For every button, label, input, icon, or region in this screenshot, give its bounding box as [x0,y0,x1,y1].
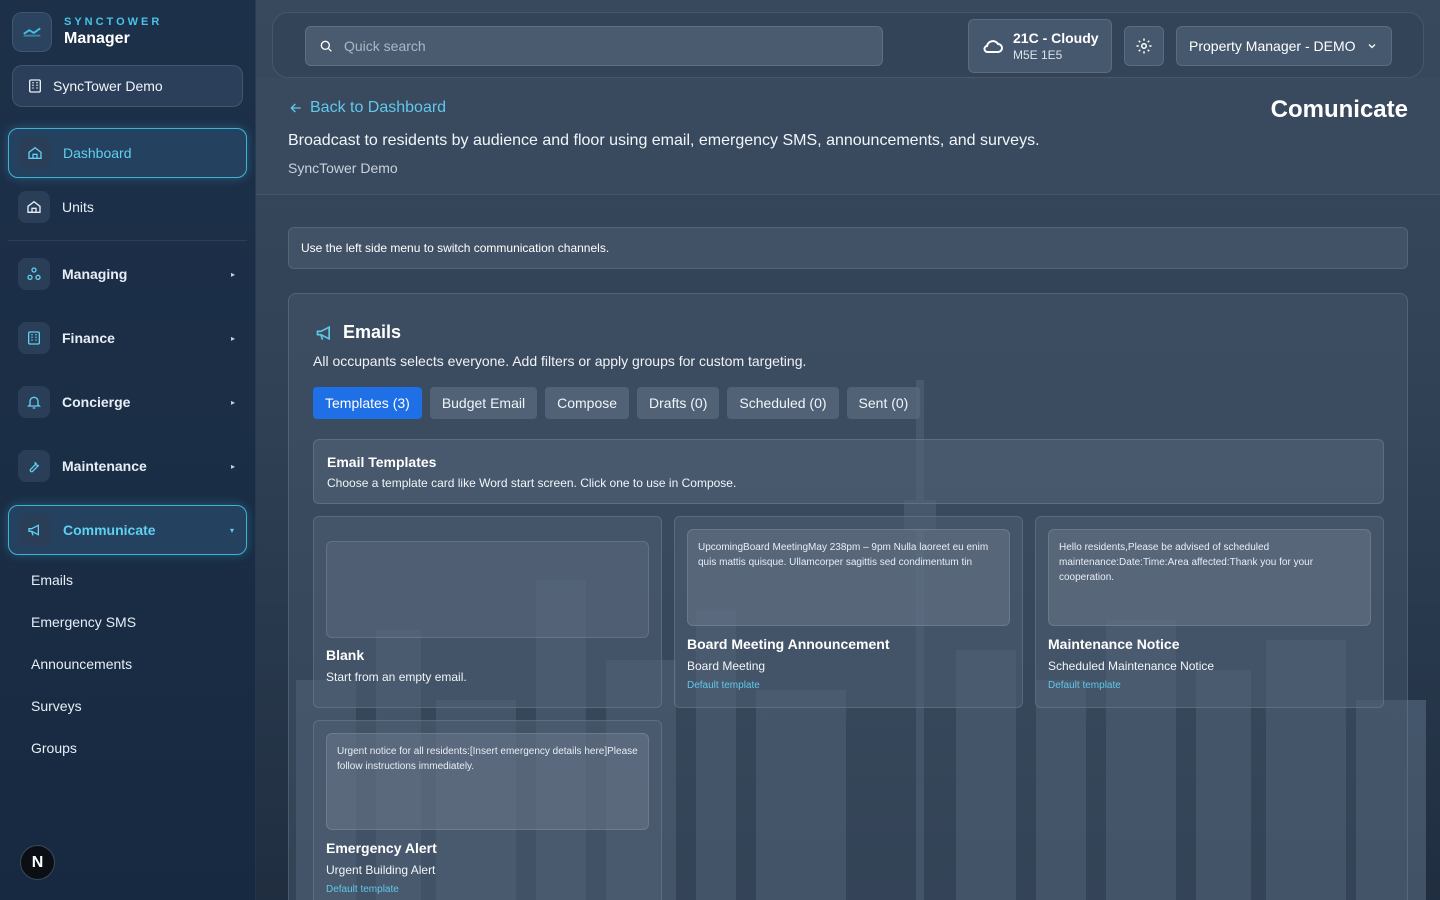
template-tag: Default template [1048,680,1121,691]
sidebar-item-dashboard[interactable]: Dashboard [8,128,247,178]
template-card-board-meeting[interactable]: UpcomingBoard MeetingMay 238pm – 9pm Nul… [674,516,1023,708]
org-switch-button[interactable]: SyncTower Demo [12,65,243,107]
settings-button[interactable] [1124,26,1164,66]
home-icon [18,191,50,223]
chevron-right-icon: ▸ [230,461,235,471]
back-link-label: Back to Dashboard [310,99,447,116]
template-card-emergency[interactable]: Urgent notice for all residents:[Insert … [313,720,662,900]
sidebar-item-finance[interactable]: Finance ▸ [8,313,247,363]
template-title: Emergency Alert [326,840,437,856]
dev-badge[interactable]: N [20,845,55,880]
search-icon [320,40,332,52]
panel-description: All occupants selects everyone. Add filt… [313,353,807,369]
tab-compose[interactable]: Compose [545,387,630,419]
page-org-name: SyncTower Demo [288,160,398,176]
brand: SYNCTOWER Manager [12,12,162,52]
arrow-left-icon [290,103,301,113]
sidebar-subitem-announcements[interactable]: Announcements [31,656,132,672]
sidebar-item-label: Maintenance [62,458,147,474]
emails-panel: Emails All occupants selects everyone. A… [288,293,1408,900]
chevron-right-icon: ▸ [230,269,235,279]
brand-subtitle: Manager [64,30,130,47]
network-icon [18,258,50,290]
sidebar-subitem-emergency-sms[interactable]: Emergency SMS [31,614,136,630]
megaphone-icon [316,325,330,340]
search-input[interactable] [344,38,844,54]
sidebar-item-communicate[interactable]: Communicate ▾ [8,505,247,555]
template-tag: Default template [687,680,760,691]
sidebar-item-label: Dashboard [63,145,132,161]
template-card-maintenance[interactable]: Hello residents,Please be advised of sch… [1035,516,1384,708]
template-subtitle: Scheduled Maintenance Notice [1048,659,1215,673]
template-tag: Default template [326,884,399,895]
template-subtitle: Board Meeting [687,659,766,673]
megaphone-icon [19,514,51,546]
sidebar-item-maintenance[interactable]: Maintenance ▸ [8,441,247,491]
chevron-down-icon: ▾ [229,525,234,535]
tab-drafts[interactable]: Drafts (0) [637,387,720,419]
sidebar-item-managing[interactable]: Managing ▸ [8,249,247,299]
weather-widget[interactable]: 21C - Cloudy M5E 1E5 [968,19,1112,73]
bell-icon [18,386,50,418]
template-preview [326,541,649,638]
panel-title: Emails [315,322,401,343]
cloud-icon [983,40,1003,53]
template-preview: UpcomingBoard MeetingMay 238pm – 9pm Nul… [687,529,1010,626]
role-label: Property Manager - DEMO [1189,38,1356,54]
channel-notice: Use the left side menu to switch communi… [288,227,1408,269]
wrench-icon [18,450,50,482]
building-icon [29,79,41,93]
sidebar-item-label: Managing [62,266,128,282]
building-icon [18,322,50,354]
sidebar-item-label: Communicate [63,522,156,538]
sidebar-item-label: Concierge [62,394,131,410]
page-title: Comunicate [1270,96,1408,123]
weather-postal-code: M5E 1E5 [1013,48,1063,62]
chevron-right-icon: ▸ [230,333,235,343]
sidebar-item-label: Finance [62,330,115,346]
template-preview: Hello residents,Please be advised of sch… [1048,529,1371,626]
tab-budget-email[interactable]: Budget Email [429,387,538,419]
sidebar-item-concierge[interactable]: Concierge ▸ [8,377,247,427]
template-subtitle: Start from an empty email. [326,670,467,684]
search-box[interactable] [305,26,883,66]
panel-title-text: Emails [343,322,402,342]
sidebar: SYNCTOWER Manager SyncTower Demo Dashboa… [0,0,256,900]
top-bar: 21C - Cloudy M5E 1E5 Property Manager - … [272,12,1424,78]
template-title: Blank [326,647,365,663]
role-dropdown[interactable]: Property Manager - DEMO [1176,26,1392,66]
sidebar-item-units[interactable]: Units [8,182,247,232]
sidebar-subitem-groups[interactable]: Groups [31,740,77,756]
tab-templates[interactable]: Templates (3) [313,387,422,419]
sidebar-subitem-emails[interactable]: Emails [31,572,73,588]
brand-logo-icon [12,12,52,52]
home-icon [19,137,51,169]
chevron-right-icon: ▸ [230,397,235,407]
tab-sent[interactable]: Sent (0) [846,387,921,419]
template-preview: Urgent notice for all residents:[Insert … [326,733,649,830]
template-title: Maintenance Notice [1048,636,1180,652]
org-switch-label: SyncTower Demo [53,78,163,94]
email-tabs: Templates (3) Budget Email Compose Draft… [313,387,921,419]
brand-name: SYNCTOWER [64,16,163,28]
templates-description: Choose a template card like Word start s… [327,476,737,490]
gear-icon [1136,38,1152,54]
chevron-down-icon [1368,44,1375,49]
back-to-dashboard-link[interactable]: Back to Dashboard [288,99,446,117]
page-description: Broadcast to residents by audience and f… [288,132,1040,149]
sidebar-subitem-surveys[interactable]: Surveys [31,698,82,714]
tab-scheduled[interactable]: Scheduled (0) [727,387,839,419]
sidebar-item-label: Units [62,199,94,215]
template-card-blank[interactable]: Blank Start from an empty email. [313,516,662,708]
template-subtitle: Urgent Building Alert [326,863,436,877]
templates-title: Email Templates [327,454,437,470]
sidebar-divider [8,240,247,241]
templates-header: Email Templates Choose a template card l… [313,439,1384,504]
weather-temperature: 21C - Cloudy [1013,30,1099,46]
template-title: Board Meeting Announcement [687,636,890,652]
